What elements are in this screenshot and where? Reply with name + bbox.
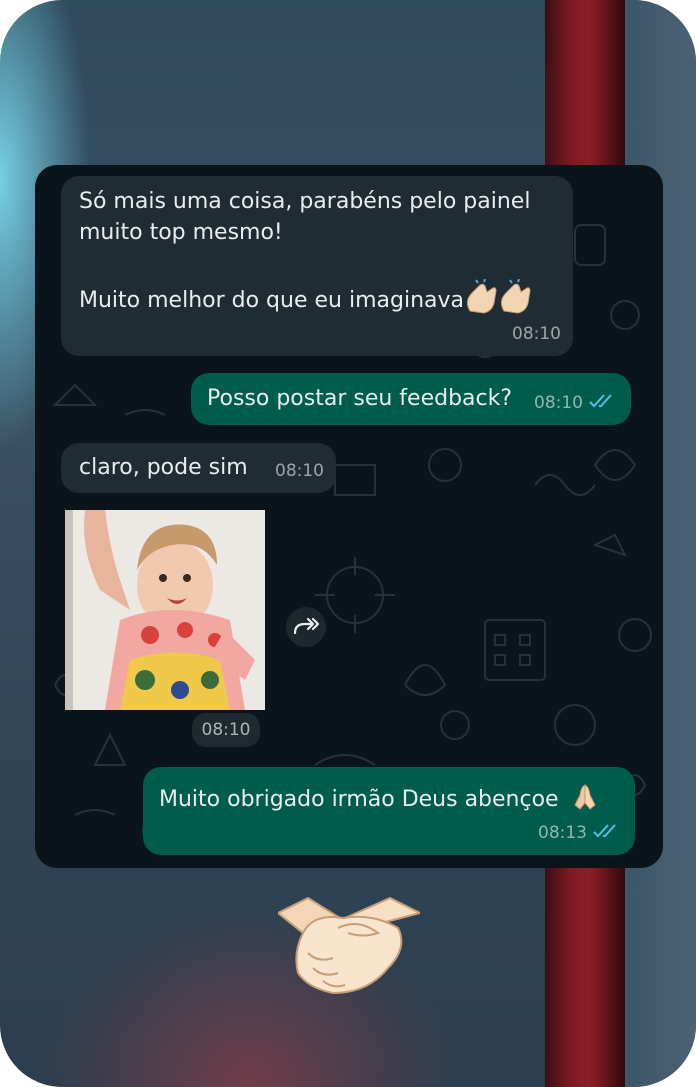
child-sticker-illustration <box>65 510 265 710</box>
outgoing-message-bubble[interactable]: Posso postar seu feedback? 08:10 <box>191 373 631 425</box>
incoming-message-bubble[interactable]: claro, pode sim 08:10 <box>61 443 336 493</box>
incoming-message-bubble[interactable]: Só mais uma coisa, parabéns pelo painel … <box>61 176 573 356</box>
handshake-icon <box>278 896 420 995</box>
chat-window: Só mais uma coisa, parabéns pelo painel … <box>35 165 663 868</box>
message-text: Muito obrigado irmão Deus abençoe <box>159 787 559 812</box>
message-text: Posso postar seu feedback? <box>207 386 513 411</box>
message-time: 08:10 <box>275 461 324 481</box>
double-check-icon <box>589 394 612 408</box>
outgoing-message-bubble[interactable]: Muito obrigado irmão Deus abençoe 08:13 <box>143 767 635 855</box>
message-time: 08:10 <box>192 713 260 747</box>
message-time: 08:13 <box>538 823 587 843</box>
folded-hands-icon <box>570 782 600 812</box>
message-text: claro, pode sim <box>79 455 248 480</box>
message-text: Só mais uma coisa, parabéns pelo painel … <box>79 189 531 313</box>
sticker-image[interactable] <box>65 510 265 710</box>
message-time: 08:10 <box>512 324 561 344</box>
forward-button[interactable] <box>286 607 326 647</box>
message-time: 08:10 <box>534 393 583 413</box>
clapping-hands-icon <box>464 278 534 315</box>
message-status: 08:13 <box>538 818 621 849</box>
screenshot-frame: Só mais uma coisa, parabéns pelo painel … <box>0 0 696 1087</box>
forward-icon <box>293 617 320 635</box>
message-status: 08:10 <box>534 388 617 419</box>
double-check-icon <box>593 824 616 838</box>
